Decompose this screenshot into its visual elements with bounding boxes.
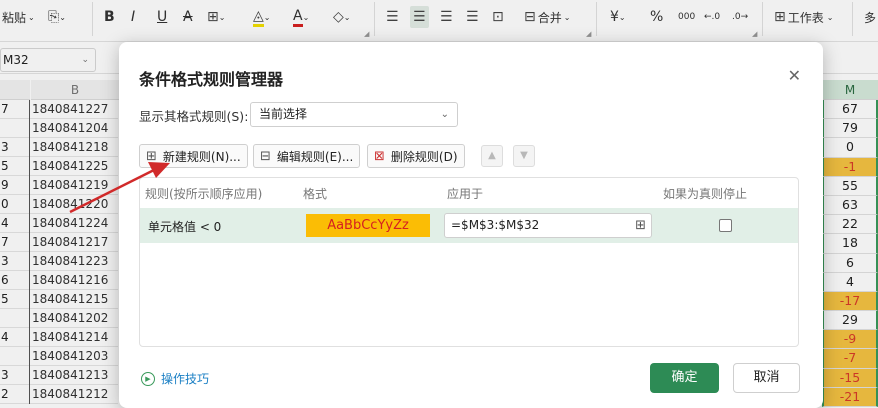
format-preview: AaBbCcYyZz xyxy=(306,214,430,237)
close-icon[interactable]: ✕ xyxy=(788,66,801,85)
show-rules-select[interactable]: 当前选择 ⌄ xyxy=(250,102,458,127)
range-picker-icon[interactable]: ⊞ xyxy=(635,214,646,237)
rules-table: 规则(按所示顺序应用) 格式 应用于 如果为真则停止 单元格值 < 0 AaBb… xyxy=(139,177,799,347)
tips-label: 操作技巧 xyxy=(161,372,210,386)
tips-link[interactable]: ▶ 操作技巧 xyxy=(141,370,209,387)
ok-button[interactable]: 确定 xyxy=(650,363,719,393)
play-icon: ▶ xyxy=(141,371,155,386)
conditional-format-rules-dialog: 条件格式规则管理器 ✕ 显示其格式规则(S): 当前选择 ⌄ ⊞ 新建规则(N)… xyxy=(119,42,823,408)
cancel-button[interactable]: 取消 xyxy=(733,363,800,393)
rule-description: 单元格值 < 0 xyxy=(148,220,222,234)
show-rules-value: 当前选择 xyxy=(259,107,308,121)
column-header-stop-if-true: 如果为真则停止 xyxy=(663,187,748,201)
triangle-up-icon: ▲ xyxy=(488,150,496,161)
show-rules-label: 显示其格式规则(S): xyxy=(139,109,249,124)
edit-rule-label: 编辑规则(E)... xyxy=(276,149,354,164)
rule-row[interactable]: 单元格值 < 0 AaBbCcYyZz =$M$3:$M$32 ⊞ xyxy=(140,208,798,243)
move-up-button[interactable]: ▲ xyxy=(481,145,503,167)
triangle-down-icon: ▼ xyxy=(520,150,528,161)
chevron-down-icon: ⌄ xyxy=(440,109,449,120)
move-down-button[interactable]: ▼ xyxy=(513,145,535,167)
column-header-format: 格式 xyxy=(303,187,328,201)
new-rule-icon: ⊞ xyxy=(146,148,157,164)
rules-table-header: 规则(按所示顺序应用) 格式 应用于 如果为真则停止 xyxy=(140,178,798,206)
edit-rule-button[interactable]: ⊟ 编辑规则(E)... xyxy=(253,144,361,168)
new-rule-label: 新建规则(N)... xyxy=(162,149,241,164)
edit-rule-icon: ⊟ xyxy=(260,148,271,164)
new-rule-button[interactable]: ⊞ 新建规则(N)... xyxy=(139,144,248,168)
stop-if-true-checkbox[interactable] xyxy=(719,219,732,232)
applies-to-input[interactable]: =$M$3:$M$32 ⊞ xyxy=(444,213,652,238)
delete-rule-label: 删除规则(D) xyxy=(390,149,458,164)
dialog-title: 条件格式规则管理器 xyxy=(139,70,284,89)
delete-rule-icon: ⊠ xyxy=(374,148,385,164)
column-header-applies-to: 应用于 xyxy=(447,187,484,201)
delete-rule-button[interactable]: ⊠ 删除规则(D) xyxy=(367,144,465,168)
column-header-rule: 规则(按所示顺序应用) xyxy=(145,187,263,201)
applies-to-value: =$M$3:$M$32 xyxy=(451,218,540,232)
